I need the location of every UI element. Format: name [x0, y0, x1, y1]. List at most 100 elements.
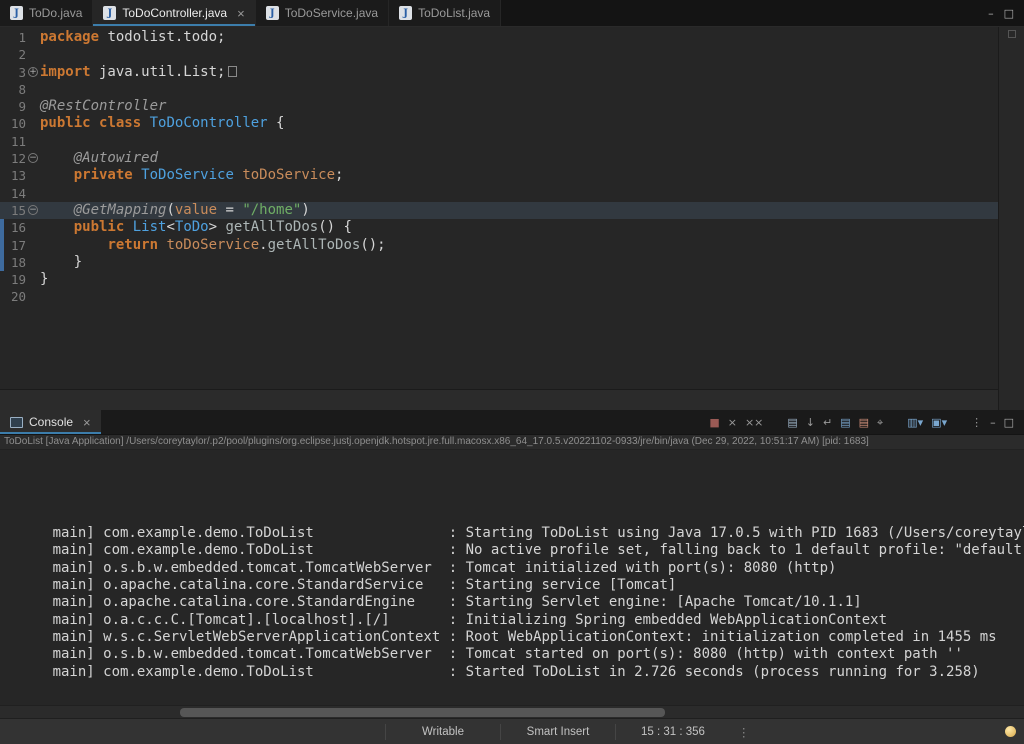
line-number: 3 — [4, 64, 26, 81]
code-line-14[interactable]: 14 — [0, 185, 998, 202]
hscroll-thumb[interactable] — [180, 708, 665, 717]
java-file-icon: J — [103, 6, 116, 20]
remove-all-launches-icon[interactable]: ×× — [745, 417, 763, 428]
code-editor[interactable]: 1package todolist.todo;23+import java.ut… — [0, 27, 998, 389]
console-header: Console × ■×××▤↓↵▤▤⌖▥▾▣▾⋮–□ — [0, 410, 1024, 435]
line-number: 16 — [4, 219, 26, 236]
code-line-11[interactable]: 11 — [0, 133, 998, 150]
java-file-icon: J — [266, 6, 279, 20]
console-log-line: main] o.s.b.w.embedded.tomcat.TomcatWebS… — [2, 560, 1024, 577]
line-number: 10 — [4, 115, 26, 132]
fold-collapsed-icon[interactable]: + — [28, 67, 38, 77]
code-line-17[interactable]: 17 return toDoService.getAllToDos(); — [0, 237, 998, 254]
show-stderr-changes-icon[interactable]: ▤ — [859, 417, 869, 428]
code-line-20[interactable]: 20 — [0, 288, 998, 305]
line-number: 17 — [4, 237, 26, 254]
minimize-view-icon[interactable]: – — [990, 417, 996, 428]
show-stdout-changes-icon[interactable]: ▤ — [840, 417, 850, 428]
console-log-line: main] o.s.b.w.embedded.tomcat.TomcatWebS… — [2, 646, 1024, 663]
fold-expanded-icon[interactable]: − — [28, 205, 38, 215]
code-line-3[interactable]: 3+import java.util.List; — [0, 64, 998, 81]
editor-code: 1package todolist.todo;23+import java.ut… — [0, 29, 998, 306]
console-log-line: main] com.example.demo.ToDoList : Starte… — [2, 664, 1024, 681]
code-line-16[interactable]: 16 public List<ToDo> getAllToDos() { — [0, 219, 998, 236]
code-line-2[interactable]: 2 — [0, 46, 998, 63]
line-number: 8 — [4, 81, 26, 98]
tab-console[interactable]: Console × — [0, 410, 101, 434]
tab-todo-java[interactable]: J ToDo.java — [0, 0, 93, 26]
maximize-view-icon[interactable]: □ — [1004, 417, 1014, 428]
line-number: 12 — [4, 150, 26, 167]
status-overflow-dots: ⋮ — [738, 725, 750, 739]
code-line-10[interactable]: 10public class ToDoController { — [0, 115, 998, 132]
code-line-15[interactable]: 15− @GetMapping(value = "/home") — [0, 202, 998, 219]
console-process-info: ToDoList [Java Application] /Users/corey… — [0, 435, 1024, 450]
code-line-18[interactable]: 18 } — [0, 254, 998, 271]
console-log-line: main] w.s.c.ServletWebServerApplicationC… — [2, 629, 1024, 646]
console-toolbar: ■×××▤↓↵▤▤⌖▥▾▣▾⋮–□ — [709, 410, 1024, 434]
status-spacer — [0, 719, 385, 744]
console-log-line: main] o.a.c.c.C.[Tomcat].[localhost].[/]… — [2, 612, 1024, 629]
line-number: 19 — [4, 271, 26, 288]
terminate-icon[interactable]: ■ — [709, 417, 719, 428]
tab-label: ToDoService.java — [285, 6, 378, 20]
close-console-icon[interactable]: × — [83, 416, 91, 429]
line-number: 15 — [4, 202, 26, 219]
minimize-editor-area-icon[interactable]: – — [988, 8, 994, 19]
code-line-12[interactable]: 12− @Autowired — [0, 150, 998, 167]
console-log-line: main] com.example.demo.ToDoList : Starti… — [2, 525, 1024, 542]
line-number: 13 — [4, 167, 26, 184]
overview-ruler-header-icon — [1008, 30, 1016, 38]
word-wrap-icon[interactable]: ↵ — [823, 417, 832, 428]
java-file-icon: J — [399, 6, 412, 20]
status-caret-position: 15 : 31 : 356 — [615, 724, 730, 740]
open-console-icon[interactable]: ▣▾ — [931, 417, 947, 428]
code-line-19[interactable]: 19} — [0, 271, 998, 288]
console-hscrollbar[interactable] — [0, 705, 1024, 718]
tab-label: ToDo.java — [29, 6, 82, 20]
line-number: 20 — [4, 288, 26, 305]
tab-label: ToDoList.java — [418, 6, 490, 20]
editor-hscrollbar[interactable] — [0, 389, 998, 410]
console-tab-label: Console — [29, 415, 73, 429]
console-panel: Console × ■×××▤↓↵▤▤⌖▥▾▣▾⋮–□ ToDoList [Ja… — [0, 410, 1024, 718]
console-log-line: main] com.example.demo.ToDoList : No act… — [2, 542, 1024, 559]
fold-expanded-icon[interactable]: − — [28, 153, 38, 163]
editor-tab-bar: JToDo.javaJToDoController.java×JToDoServ… — [0, 0, 1024, 27]
clear-console-icon[interactable]: ▤ — [787, 417, 797, 428]
line-number: 2 — [4, 46, 26, 63]
code-line-8[interactable]: 8 — [0, 81, 998, 98]
code-line-13[interactable]: 13 private ToDoService toDoService; — [0, 167, 998, 184]
folded-region-box[interactable] — [228, 66, 237, 77]
line-number: 11 — [4, 133, 26, 150]
console-output[interactable]: main] com.example.demo.ToDoList : Starti… — [0, 450, 1024, 705]
notification-bulb-icon[interactable] — [1005, 726, 1016, 737]
status-bar: Writable Smart Insert 15 : 31 : 356 ⋮ — [0, 718, 1024, 744]
view-menu-icon[interactable]: ⋮ — [971, 417, 982, 428]
display-selected-console-icon[interactable]: ▥▾ — [907, 417, 923, 428]
editor-vscrollbar[interactable] — [998, 27, 1024, 410]
scroll-lock-icon[interactable]: ↓ — [806, 417, 815, 428]
code-line-9[interactable]: 9@RestController — [0, 98, 998, 115]
console-log-line: main] o.apache.catalina.core.StandardSer… — [2, 577, 1024, 594]
status-writable: Writable — [385, 724, 500, 740]
code-line-1[interactable]: 1package todolist.todo; — [0, 29, 998, 46]
editor-area-controls: –□ — [988, 0, 1024, 26]
console-icon — [10, 417, 23, 428]
console-log-line: main] o.apache.catalina.core.StandardEng… — [2, 594, 1024, 611]
maximize-editor-area-icon[interactable]: □ — [1004, 8, 1014, 19]
tab-todoservice-java[interactable]: J ToDoService.java — [256, 0, 389, 26]
pin-console-icon[interactable]: ⌖ — [877, 417, 883, 428]
tab-todocontroller-java[interactable]: JToDoController.java× — [93, 0, 255, 26]
line-number: 18 — [4, 254, 26, 271]
status-insert-mode: Smart Insert — [500, 724, 615, 740]
remove-launch-icon[interactable]: × — [728, 417, 737, 428]
close-tab-icon[interactable]: × — [237, 7, 245, 20]
java-file-icon: J — [10, 6, 23, 20]
line-number: 1 — [4, 29, 26, 46]
line-number: 9 — [4, 98, 26, 115]
eclipse-window: JToDo.javaJToDoController.java×JToDoServ… — [0, 0, 1024, 744]
tab-todolist-java[interactable]: J ToDoList.java — [389, 0, 501, 26]
line-number: 14 — [4, 185, 26, 202]
editor-tabs: JToDo.javaJToDoController.java×JToDoServ… — [0, 0, 501, 26]
